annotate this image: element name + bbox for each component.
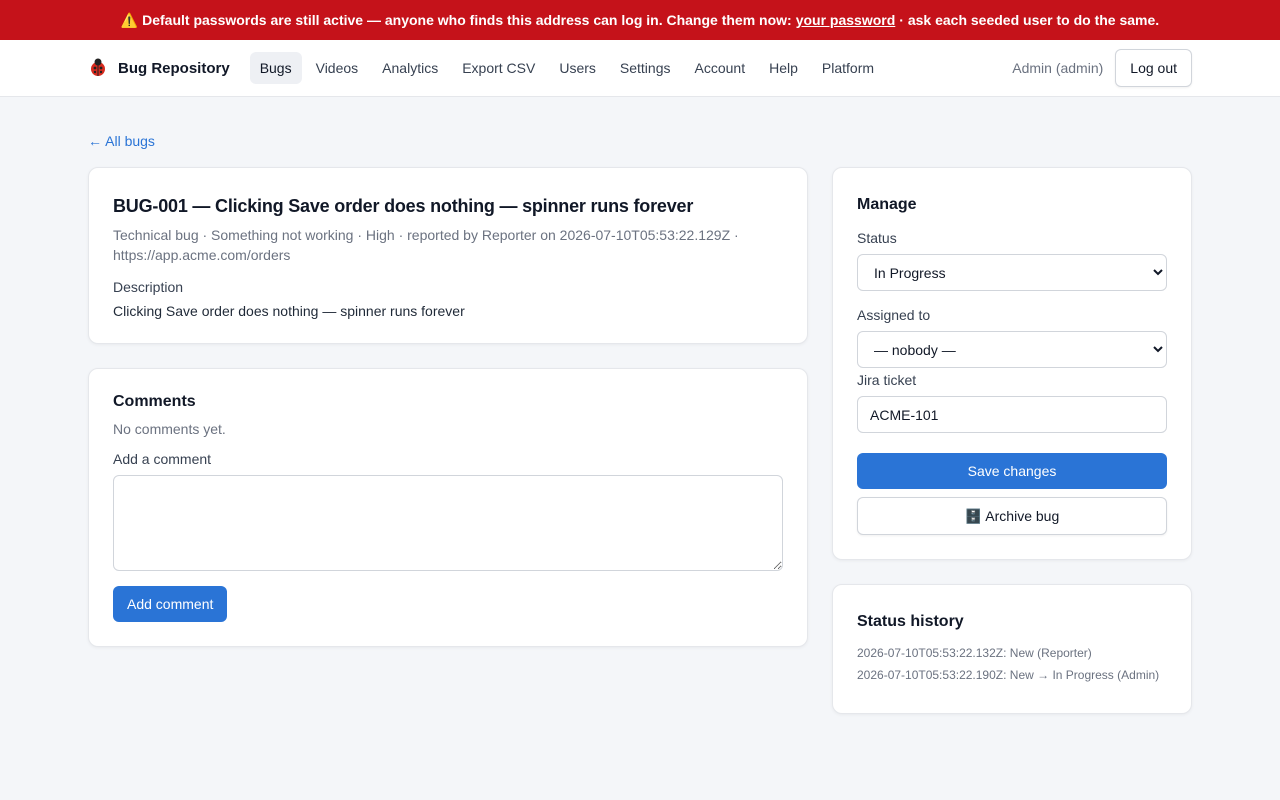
description-label: Description: [113, 279, 184, 295]
add-comment-button[interactable]: Add comment: [113, 586, 228, 622]
logout-button[interactable]: Log out: [1115, 49, 1192, 87]
bug-description: Clicking Save order does nothing — spinn…: [113, 303, 465, 319]
status-history-card: Status history 2026-07-10T05:53:22.132Z:…: [832, 584, 1192, 714]
nav-link-settings[interactable]: Settings: [610, 52, 681, 84]
history-item: 2026-07-10T05:53:22.190Z: New → In Progr…: [857, 668, 1160, 682]
back-to-all-bugs-link[interactable]: ← All bugs: [88, 133, 155, 149]
nav-link-videos[interactable]: Videos: [306, 52, 369, 84]
nav-link-analytics[interactable]: Analytics: [372, 52, 448, 84]
comment-textarea[interactable]: [113, 475, 783, 571]
jira-ticket-input[interactable]: [857, 396, 1167, 433]
banner-text: ⚠️ Default passwords are still active — …: [120, 11, 792, 28]
history-item: 2026-07-10T05:53:22.132Z: New (Reporter): [857, 646, 1092, 660]
bug-details-card: BUG-001 — Clicking Save order does nothi…: [88, 167, 808, 344]
add-comment-label: Add a comment: [113, 451, 212, 467]
nav-link-export-csv[interactable]: Export CSV: [452, 52, 545, 84]
save-changes-button[interactable]: Save changes: [857, 453, 1167, 489]
right-column: Manage Status In Progress Assigned to — …: [832, 167, 1192, 714]
ladybug-icon: [88, 57, 108, 80]
status-label: Status: [857, 230, 897, 246]
nav-link-users[interactable]: Users: [549, 52, 606, 84]
nav-link-platform[interactable]: Platform: [812, 52, 884, 84]
jira-label: Jira ticket: [857, 372, 917, 388]
comments-title: Comments: [113, 393, 196, 410]
no-comments-text: No comments yet.: [113, 421, 226, 437]
security-warning-banner: ⚠️ Default passwords are still active — …: [0, 0, 1280, 40]
status-select[interactable]: In Progress: [857, 254, 1167, 291]
bug-title: BUG-001 — Clicking Save order does nothi…: [113, 196, 694, 216]
manage-title: Manage: [857, 196, 917, 213]
status-history-title: Status history: [857, 613, 964, 630]
status-field: Status In Progress: [857, 230, 1167, 291]
banner-suffix: · ask each seeded user to do the same.: [899, 12, 1160, 28]
top-navigation: Bug Repository Bugs Videos Analytics Exp…: [0, 40, 1280, 97]
assigned-field: Assigned to — nobody —: [857, 307, 1167, 368]
current-user: Admin (admin): [1012, 60, 1104, 76]
assigned-select[interactable]: — nobody —: [857, 331, 1167, 368]
manage-card: Manage Status In Progress Assigned to — …: [832, 167, 1192, 560]
main-content: ← All bugs BUG-001 — Clicking Save order…: [0, 97, 1280, 714]
archive-bug-button[interactable]: 🗄️ Archive bug: [857, 497, 1167, 535]
nav-link-bugs[interactable]: Bugs: [249, 52, 302, 84]
nav-links: Bugs Videos Analytics Export CSV Users S…: [249, 52, 884, 84]
assigned-label: Assigned to: [857, 307, 931, 323]
brand[interactable]: Bug Repository: [88, 57, 230, 80]
left-column: BUG-001 — Clicking Save order does nothi…: [88, 167, 808, 647]
comments-card: Comments No comments yet. Add a comment …: [88, 368, 808, 647]
bug-meta: Technical bug · Something not working · …: [113, 227, 739, 263]
content-columns: BUG-001 — Clicking Save order does nothi…: [88, 167, 1192, 714]
jira-field: Jira ticket: [857, 372, 1167, 433]
brand-name: Bug Repository: [118, 59, 230, 77]
nav-link-help[interactable]: Help: [759, 52, 808, 84]
nav-right: Admin (admin) Log out: [1012, 49, 1192, 87]
nav-link-account[interactable]: Account: [685, 52, 756, 84]
change-password-link[interactable]: your password: [796, 12, 896, 28]
